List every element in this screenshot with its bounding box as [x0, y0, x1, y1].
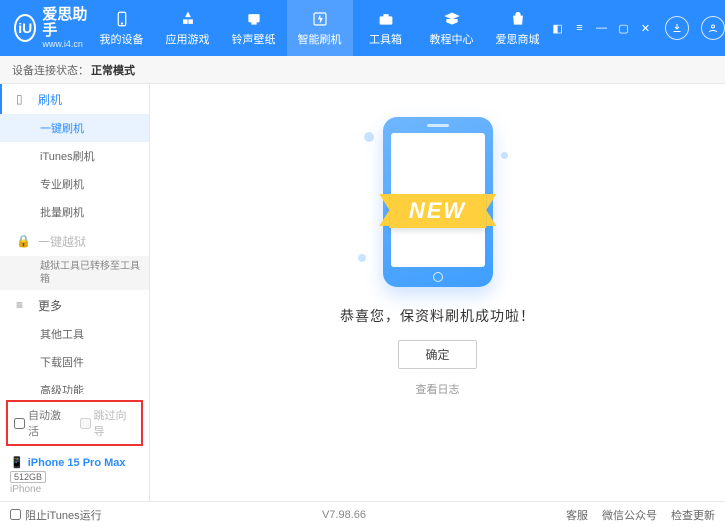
sidebar-group-more[interactable]: ≡ 更多: [0, 290, 149, 320]
status-value: 正常模式: [91, 62, 135, 78]
device-info[interactable]: 📱 iPhone 15 Pro Max 512GB iPhone: [0, 452, 149, 501]
nav-ringtone[interactable]: 铃声壁纸: [221, 0, 287, 56]
version-label: V7.98.66: [322, 509, 366, 521]
nav-label: 铃声壁纸: [232, 31, 276, 47]
options-highlight-box: 自动激活 跳过向导: [6, 400, 143, 446]
sidebar-group-label: 刷机: [38, 91, 62, 108]
view-log-link[interactable]: 查看日志: [416, 381, 460, 397]
nav-label: 我的设备: [100, 31, 144, 47]
device-name: iPhone 15 Pro Max: [28, 457, 126, 469]
sidebar-item-itunes-flash[interactable]: iTunes刷机: [0, 142, 149, 170]
device-icon: [113, 10, 131, 28]
sidebar-group-label: 更多: [38, 297, 62, 314]
logo-icon: iU: [14, 14, 36, 42]
maximize-icon[interactable]: ▢: [617, 21, 631, 35]
checkbox-auto-activate[interactable]: 自动激活: [14, 407, 70, 439]
app-url: www.i4.cn: [42, 40, 88, 50]
ok-button[interactable]: 确定: [398, 340, 476, 369]
ringtone-icon: [245, 10, 263, 28]
footer-link-wechat[interactable]: 微信公众号: [602, 507, 657, 523]
device-capacity: 512GB: [10, 471, 46, 483]
nav-toolbox[interactable]: 工具箱: [353, 0, 419, 56]
footer-link-support[interactable]: 客服: [566, 507, 588, 523]
sidebar-item-jailbreak-note: 越狱工具已转移至工具箱: [0, 256, 149, 290]
nav-label: 智能刷机: [298, 31, 342, 47]
sidebar-group-jailbreak[interactable]: 🔒 一键越狱: [0, 226, 149, 256]
checkbox-block-itunes[interactable]: 阻止iTunes运行: [10, 507, 102, 523]
sidebar-group-label: 一键越狱: [38, 233, 86, 250]
sidebar-item-batch-flash[interactable]: 批量刷机: [0, 198, 149, 226]
sidebar-item-download-firmware[interactable]: 下载固件: [0, 348, 149, 376]
flash-icon: [311, 10, 329, 28]
menu-icon[interactable]: ≡: [573, 21, 587, 35]
app-logo: iU 爱思助手 www.i4.cn: [0, 7, 89, 50]
phone-icon: ▯: [16, 92, 30, 106]
device-phone-icon: 📱: [10, 456, 24, 469]
nav-label: 应用游戏: [166, 31, 210, 47]
user-button[interactable]: [701, 16, 725, 40]
toolbox-icon: [377, 10, 395, 28]
sidebar-item-advanced[interactable]: 高级功能: [0, 376, 149, 394]
new-ribbon: NEW: [389, 194, 486, 228]
nav-apps[interactable]: 应用游戏: [155, 0, 221, 56]
footer-link-update[interactable]: 检查更新: [671, 507, 715, 523]
more-icon: ≡: [16, 298, 30, 312]
tutorial-icon: [443, 10, 461, 28]
nav-tutorial[interactable]: 教程中心: [419, 0, 485, 56]
status-label: 设备连接状态：: [12, 62, 89, 78]
sidebar-item-oneclick-flash[interactable]: 一键刷机: [0, 114, 149, 142]
nav-store[interactable]: 爱思商城: [485, 0, 551, 56]
sidebar-item-pro-flash[interactable]: 专业刷机: [0, 170, 149, 198]
top-nav: 我的设备 应用游戏 铃声壁纸 智能刷机 工具箱 教程中心 爱思商城: [89, 0, 551, 56]
download-button[interactable]: [665, 16, 689, 40]
nav-label: 教程中心: [430, 31, 474, 47]
skin-icon[interactable]: ◧: [551, 21, 565, 35]
lock-icon: 🔒: [16, 234, 30, 248]
success-message: 恭喜您，保资料刷机成功啦！: [340, 306, 535, 326]
main-panel: NEW 恭喜您，保资料刷机成功啦！ 确定 查看日志: [150, 84, 725, 501]
app-name: 爱思助手: [42, 7, 88, 40]
checkbox-skip-guide[interactable]: 跳过向导: [80, 407, 136, 439]
sidebar: ▯ 刷机 一键刷机 iTunes刷机 专业刷机 批量刷机 🔒 一键越狱 越狱工具…: [0, 84, 150, 501]
success-illustration: NEW: [328, 112, 548, 292]
minimize-icon[interactable]: —: [595, 21, 609, 35]
nav-flash[interactable]: 智能刷机: [287, 0, 353, 56]
sidebar-item-other-tools[interactable]: 其他工具: [0, 320, 149, 348]
connection-status: 设备连接状态： 正常模式: [0, 56, 725, 84]
nav-my-device[interactable]: 我的设备: [89, 0, 155, 56]
sidebar-group-flash[interactable]: ▯ 刷机: [0, 84, 149, 114]
store-icon: [509, 10, 527, 28]
nav-label: 工具箱: [369, 31, 402, 47]
close-icon[interactable]: ✕: [639, 21, 653, 35]
apps-icon: [179, 10, 197, 28]
device-type: iPhone: [10, 484, 139, 495]
nav-label: 爱思商城: [496, 31, 540, 47]
